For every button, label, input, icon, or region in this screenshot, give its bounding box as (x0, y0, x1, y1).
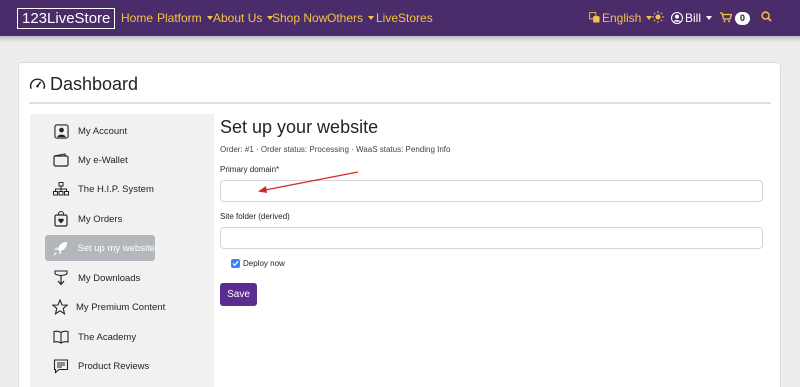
cart-count-badge: 0 (735, 12, 751, 26)
nav-platform[interactable]: Platform (157, 11, 213, 25)
sidebar: My Account My e-Wallet The H.I.P. System… (30, 114, 214, 387)
user-circle-icon (671, 12, 683, 24)
sidebar-item-label: My Premium Content (76, 301, 166, 313)
dashboard-title: Dashboard (50, 74, 139, 94)
search-button[interactable] (761, 11, 772, 25)
sidebar-item-the-academy[interactable]: The Academy (45, 324, 155, 350)
deploy-now-label: Deploy now (243, 259, 285, 268)
sidebar-item-label: Product Reviews (78, 360, 150, 372)
sidebar-item-my-e-wallet[interactable]: My e-Wallet (45, 147, 155, 173)
sidebar-item-label: My e-Wallet (78, 154, 128, 166)
speedometer-icon (29, 78, 46, 89)
primary-domain-input[interactable] (220, 180, 763, 202)
nav-others[interactable]: Others (327, 11, 375, 25)
checkmark-icon (232, 260, 239, 267)
order-status-line: Order: #1 · Order status: Processing · W… (220, 145, 451, 154)
sidebar-item-my-downloads[interactable]: My Downloads (45, 265, 155, 291)
navbar-shadow (0, 36, 800, 42)
sidebar-item-label: The H.I.P. System (78, 183, 154, 195)
nav-others-label: Others (327, 11, 364, 25)
diagram-icon (52, 180, 70, 198)
nav-livestores[interactable]: LiveStores (376, 11, 433, 25)
sidebar-item-set-up-website[interactable]: Set up my website (45, 235, 155, 261)
page-title: Set up your website (220, 117, 379, 137)
sidebar-item-label: My Downloads (78, 272, 141, 284)
deploy-now-row: Deploy now (231, 259, 285, 268)
sidebar-item-label: My Account (78, 125, 128, 137)
chevron-down-icon (368, 15, 375, 20)
star-icon (52, 298, 68, 316)
nav-platform-label: Platform (157, 11, 202, 25)
language-selector[interactable]: English (589, 11, 653, 25)
top-navbar: 123LiveStore Home Platform About Us Shop… (0, 0, 800, 36)
bag-heart-icon (52, 210, 70, 228)
save-button[interactable]: Save (220, 283, 257, 306)
chevron-down-icon (706, 15, 713, 20)
search-icon (761, 11, 772, 22)
sidebar-item-product-reviews[interactable]: Product Reviews (45, 353, 155, 379)
translate-icon (589, 12, 600, 23)
sun-icon (652, 11, 664, 23)
nav-home[interactable]: Home (121, 11, 153, 25)
divider (29, 102, 771, 104)
sidebar-item-my-account[interactable]: My Account (45, 118, 155, 144)
nav-shop[interactable]: Shop Now (272, 11, 327, 25)
user-menu[interactable]: Bill (671, 11, 713, 25)
deploy-now-checkbox[interactable] (231, 259, 240, 268)
user-name: Bill (685, 11, 702, 25)
chat-text-icon (52, 357, 70, 375)
wallet-icon (52, 151, 70, 169)
brand-logo[interactable]: 123LiveStore (17, 8, 116, 29)
rocket-icon (52, 239, 69, 257)
nav-about[interactable]: About Us (213, 11, 274, 25)
person-square-icon (52, 122, 70, 140)
download-icon (52, 269, 70, 287)
site-folder-input[interactable] (220, 227, 763, 249)
book-icon (52, 328, 70, 346)
sidebar-item-premium-content[interactable]: My Premium Content (45, 294, 165, 320)
theme-toggle[interactable] (652, 11, 664, 26)
dashboard-card: Dashboard My Account My e-Wallet The H.I… (18, 62, 781, 387)
sidebar-item-my-orders[interactable]: My Orders (45, 206, 155, 232)
nav-about-label: About Us (213, 11, 263, 25)
primary-domain-label: Primary domain* (220, 165, 280, 174)
chevron-down-icon (206, 15, 213, 20)
sidebar-item-hip-system[interactable]: The H.I.P. System (45, 176, 155, 202)
site-folder-label: Site folder (derived) (220, 212, 290, 221)
dashboard-heading: Dashboard (29, 73, 138, 95)
cart-icon (720, 12, 733, 23)
language-label: English (602, 11, 642, 25)
cart-button[interactable]: 0 (720, 11, 751, 26)
sidebar-item-label: Set up my website (77, 242, 155, 254)
sidebar-item-label: My Orders (78, 213, 123, 225)
sidebar-item-label: The Academy (78, 331, 137, 343)
